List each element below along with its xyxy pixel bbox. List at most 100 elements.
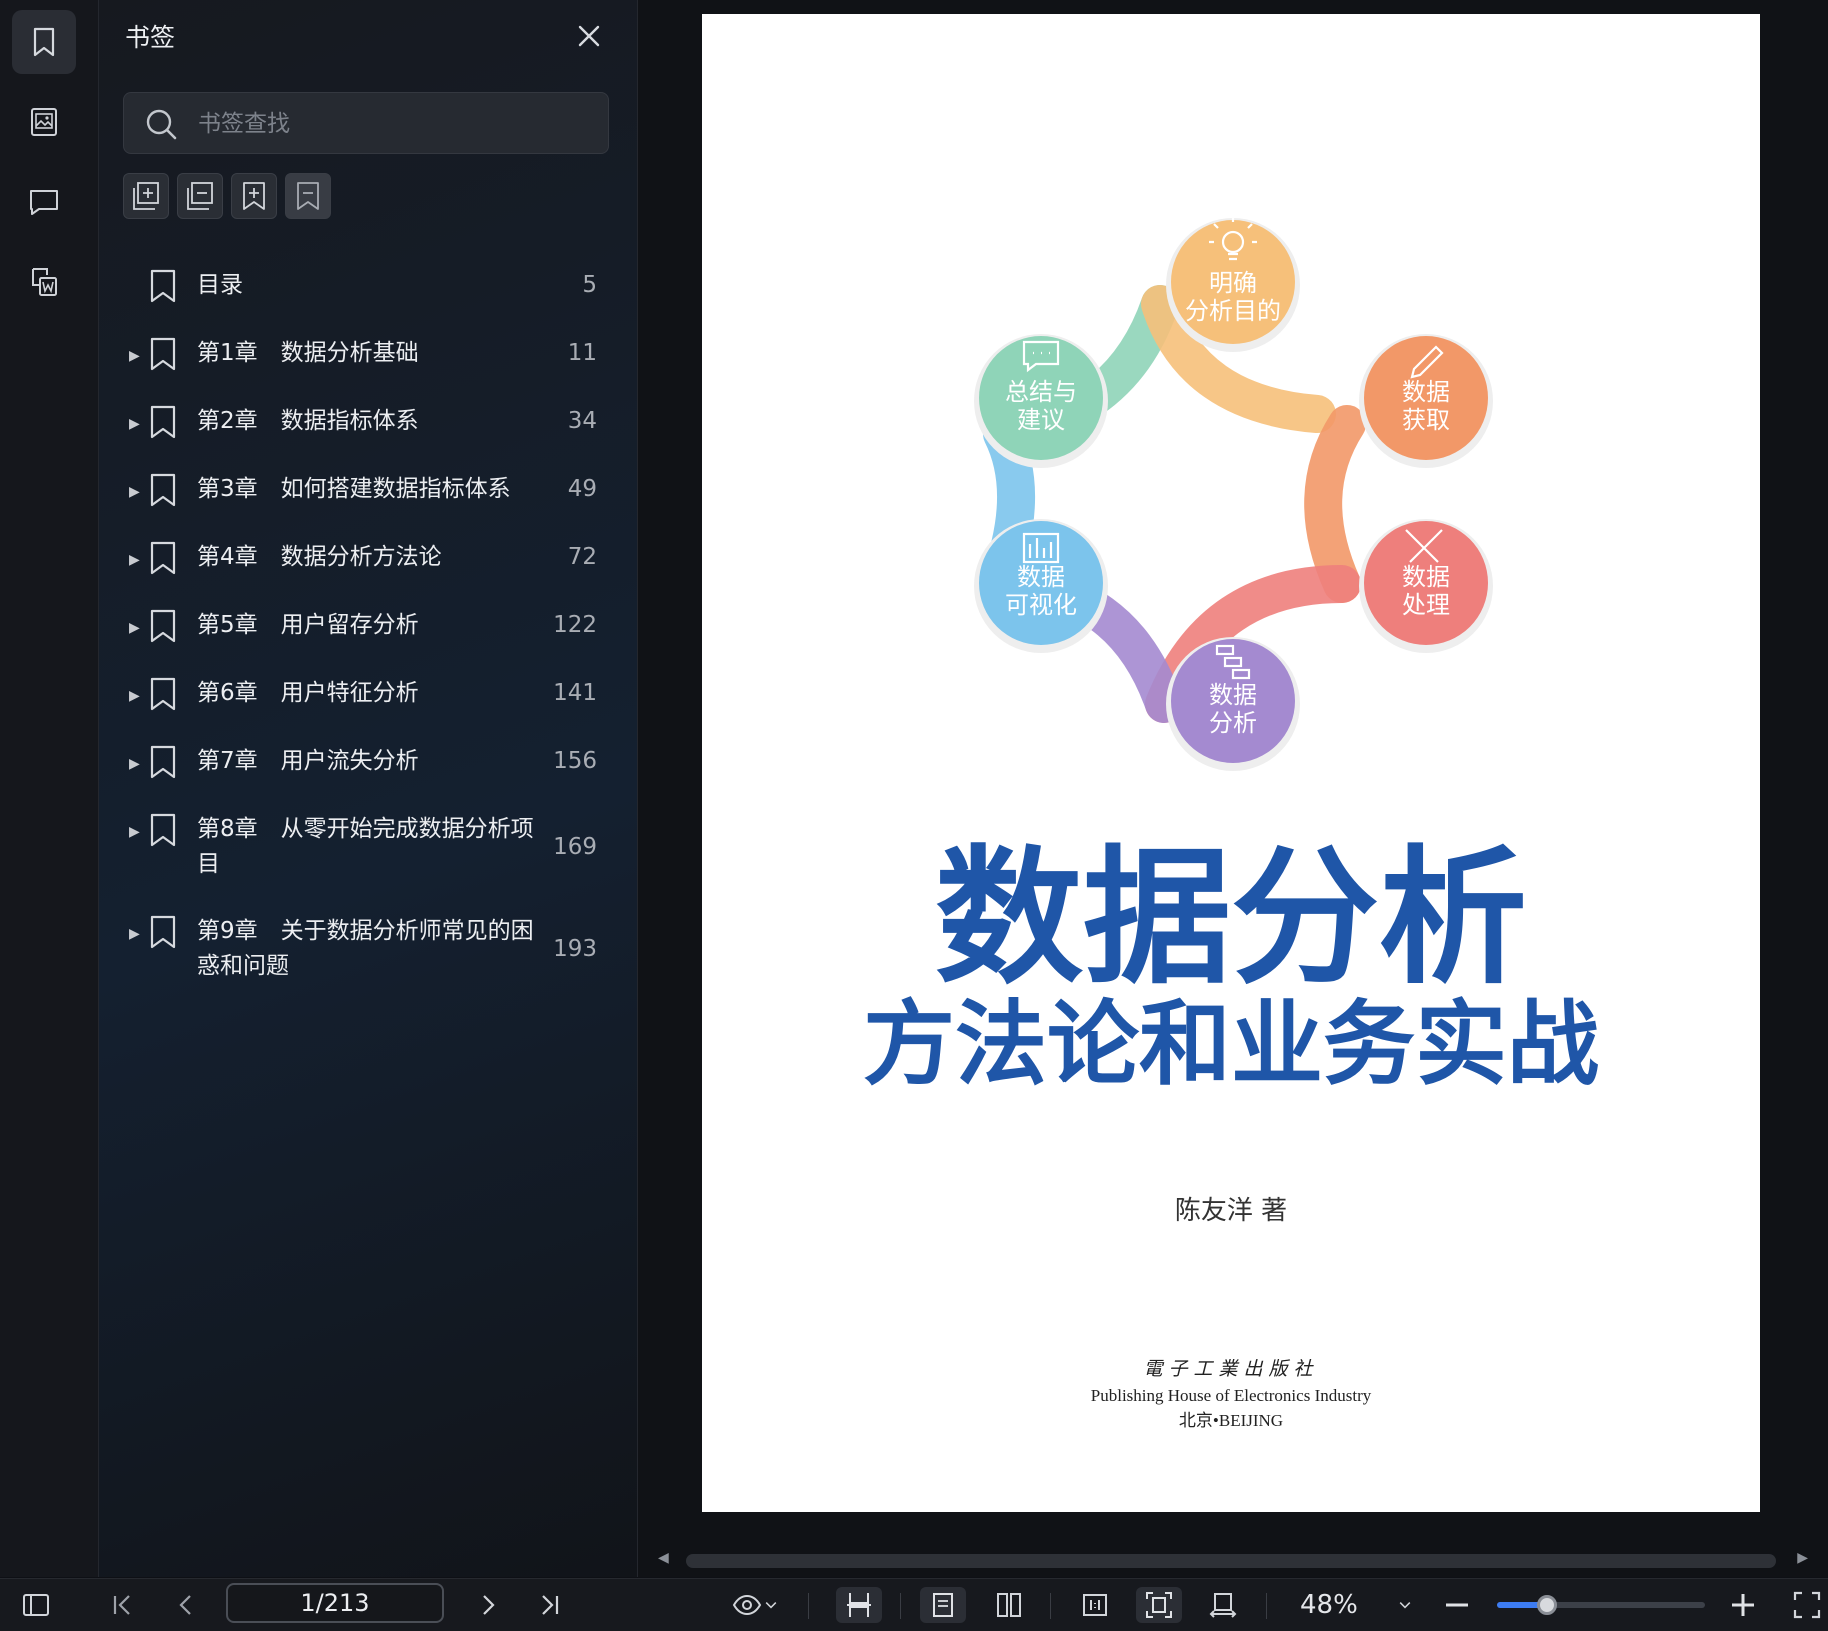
expand-arrow-icon[interactable]: ▶ <box>129 926 140 942</box>
collapse-all-icon <box>187 182 213 210</box>
bookmark-page: 122 <box>553 612 597 638</box>
cycle-node: 明确分析目的 <box>1166 216 1300 352</box>
toggle-sidebar-button[interactable] <box>18 1587 54 1623</box>
remove-bookmark-button[interactable] <box>285 173 331 219</box>
bookmark-label: 目录 <box>197 272 243 298</box>
bookmark-page: 5 <box>582 272 597 298</box>
scrollbar-track[interactable] <box>686 1554 1776 1568</box>
zoom-out-button[interactable] <box>1440 1587 1474 1623</box>
bookmark-item[interactable]: ▶ 第3章 如何搭建数据指标体系 49 <box>99 464 637 524</box>
zoom-level[interactable]: 48% <box>1300 1587 1358 1623</box>
bookmark-page: 156 <box>553 748 597 774</box>
bookmark-page: 141 <box>553 680 597 706</box>
expand-arrow-icon[interactable]: ▶ <box>129 552 140 568</box>
cycle-arc <box>1304 405 1366 603</box>
zoom-in-button[interactable] <box>1726 1587 1760 1623</box>
single-page-button[interactable] <box>920 1587 966 1623</box>
bookmark-item[interactable]: ▶ 第5章 用户留存分析 122 <box>99 600 637 660</box>
rail-comment-button[interactable] <box>12 170 76 234</box>
expand-arrow-icon[interactable]: ▶ <box>129 756 140 772</box>
bookmark-icon <box>150 405 176 439</box>
panel-title: 书签 <box>125 23 176 52</box>
previous-page-button[interactable] <box>170 1587 202 1623</box>
bookmark-label: 第9章 关于数据分析师常见的困惑和问题 <box>197 918 534 979</box>
cycle-node: 数据分析 <box>1166 637 1300 771</box>
bookmark-item[interactable]: ▶ 第4章 数据分析方法论 72 <box>99 532 637 592</box>
two-page-button[interactable] <box>986 1587 1032 1623</box>
horizontal-scrollbar[interactable]: ◀ ▶ <box>658 1550 1808 1570</box>
cycle-node-label: 数据获取 <box>1402 378 1450 434</box>
bookmark-icon <box>150 745 176 779</box>
bookmark-page: 169 <box>553 834 597 860</box>
expand-arrow-icon[interactable]: ▶ <box>129 620 140 636</box>
close-icon <box>578 25 600 47</box>
bookmark-search-box <box>123 92 609 155</box>
page-number-input[interactable] <box>226 1583 444 1623</box>
toolbar-separator <box>1050 1593 1051 1619</box>
cycle-node: 数据可视化 <box>974 519 1108 653</box>
scroll-left-icon[interactable]: ◀ <box>658 1550 669 1566</box>
fit-width-button[interactable] <box>1200 1587 1246 1623</box>
rail-bookmark-button[interactable] <box>12 10 76 74</box>
add-bookmark-button[interactable] <box>231 173 277 219</box>
rail-convert-button[interactable] <box>12 250 76 314</box>
bookmark-search-input[interactable] <box>196 93 600 155</box>
zoom-slider-handle[interactable] <box>1536 1595 1557 1615</box>
fit-page-button[interactable] <box>1136 1587 1182 1623</box>
expand-arrow-icon[interactable]: ▶ <box>129 824 140 840</box>
bookmark-page: 11 <box>567 340 597 366</box>
expand-all-button[interactable] <box>123 173 169 219</box>
actual-size-button[interactable] <box>1072 1587 1118 1623</box>
sidebar-toggle-icon <box>23 1594 49 1616</box>
bookmark-icon <box>150 915 176 949</box>
scroll-right-icon[interactable]: ▶ <box>1797 1550 1808 1566</box>
last-page-button[interactable] <box>534 1587 566 1623</box>
minus-icon <box>1446 1603 1468 1607</box>
expand-all-icon <box>133 182 159 210</box>
reading-mode-dropdown[interactable] <box>724 1587 788 1623</box>
bookmark-item[interactable]: ▶ 第1章 数据分析基础 11 <box>99 328 637 388</box>
bookmark-icon <box>150 677 176 711</box>
publisher-name-cn: 電子工業出版社 <box>1143 1358 1318 1380</box>
thumbnail-icon <box>31 108 57 136</box>
bookmark-icon <box>33 27 55 57</box>
next-page-button[interactable] <box>472 1587 504 1623</box>
cover-author: 陈友洋 著 <box>1175 1196 1287 1226</box>
bookmark-item[interactable]: ▶ 第7章 用户流失分析 156 <box>99 736 637 796</box>
bookmark-icon <box>150 269 176 303</box>
rail-thumbnail-button[interactable] <box>12 90 76 154</box>
bookmark-item[interactable]: ▶ 第2章 数据指标体系 34 <box>99 396 637 456</box>
first-page-button[interactable] <box>106 1587 138 1623</box>
continuous-scroll-button[interactable] <box>836 1587 882 1623</box>
bookmark-icon <box>150 337 176 371</box>
toolbar-separator <box>808 1593 809 1619</box>
chevron-down-icon <box>1399 1602 1411 1609</box>
bookmark-item[interactable]: ▶ 第6章 用户特征分析 141 <box>99 668 637 728</box>
bookmark-item[interactable]: 目录 5 <box>99 260 637 320</box>
close-panel-button[interactable] <box>573 20 605 52</box>
actual-size-icon <box>1083 1594 1107 1616</box>
fullscreen-button[interactable] <box>1790 1587 1824 1623</box>
zoom-dropdown-button[interactable] <box>1392 1587 1418 1623</box>
cycle-node: 总结与建议 <box>974 334 1108 468</box>
cover-title-sub: 方法论和业务实战 <box>863 991 1599 1098</box>
collapse-all-button[interactable] <box>177 173 223 219</box>
expand-arrow-icon[interactable]: ▶ <box>129 484 140 500</box>
bookmark-page: 193 <box>553 936 597 962</box>
publisher-name-en: Publishing House of Electronics Industry <box>1091 1386 1372 1405</box>
expand-arrow-icon[interactable]: ▶ <box>129 348 140 364</box>
bookmark-item[interactable]: ▶ 第9章 关于数据分析师常见的困惑和问题 193 <box>99 906 637 990</box>
expand-arrow-icon[interactable]: ▶ <box>129 416 140 432</box>
last-page-icon <box>542 1595 559 1615</box>
toolbar-separator <box>1266 1593 1267 1619</box>
book-cover: 明确分析目的 数据获取 数据处理 数据分析 数据可视化 总结与建议 数据分析 方… <box>863 216 1599 1430</box>
bookmark-item[interactable]: ▶ 第8章 从零开始完成数据分析项目 169 <box>99 804 637 888</box>
left-rail <box>0 0 99 1577</box>
fit-page-icon <box>1146 1592 1172 1618</box>
bookmark-icon <box>150 473 176 507</box>
zoom-slider[interactable] <box>1497 1595 1705 1615</box>
expand-arrow-icon[interactable]: ▶ <box>129 688 140 704</box>
two-page-icon <box>997 1593 1021 1617</box>
document-viewer[interactable]: 明确分析目的 数据获取 数据处理 数据分析 数据可视化 总结与建议 数据分析 方… <box>638 0 1828 1577</box>
bookmark-icon <box>150 541 176 575</box>
